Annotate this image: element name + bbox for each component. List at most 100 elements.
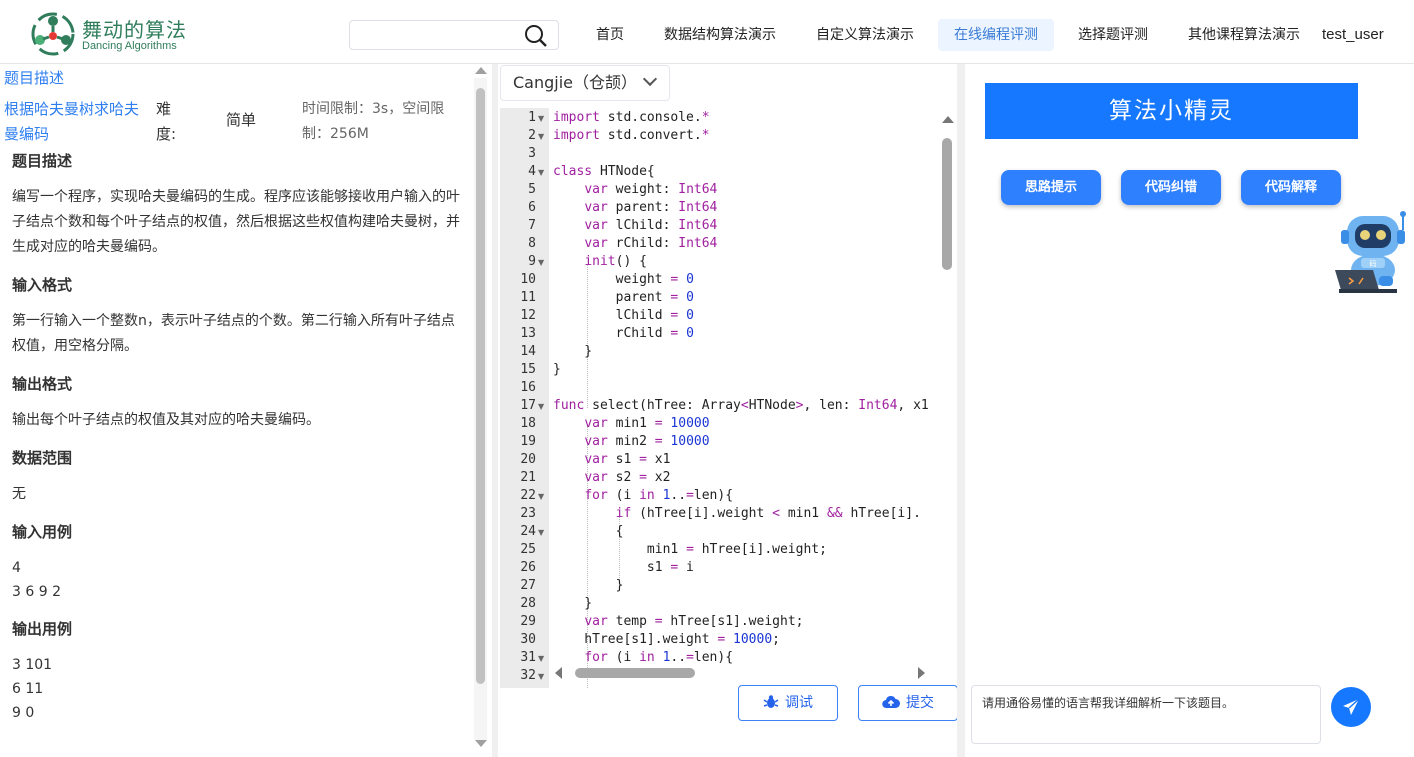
scroll-up-arrow-icon[interactable] [942, 116, 954, 123]
fold-arrow-icon[interactable]: ▼ [538, 654, 544, 663]
code-line: var s2 = x2 [584, 470, 671, 485]
editor-horizontal-scrollbar[interactable] [550, 664, 936, 682]
line-number: 3 [528, 146, 536, 161]
hint-button[interactable]: 思路提示 [1001, 170, 1101, 205]
assistant-title: 算法小精灵 [985, 83, 1358, 139]
line-gutter: 1 2 3 4 5 6 7 8 9 10 11 12 13 14 15 16 1… [500, 108, 549, 688]
fold-arrow-icon[interactable]: ▼ [538, 168, 544, 177]
explain-code-button[interactable]: 代码解释 [1241, 170, 1341, 205]
section-heading: 题目描述 [12, 152, 73, 170]
fold-arrow-icon[interactable]: ▼ [538, 492, 544, 501]
debug-label: 调试 [785, 695, 813, 711]
code-line: hTree[s1].weight = 10000; [553, 632, 780, 647]
panel-divider[interactable] [957, 64, 965, 757]
code-line: var min1 = 10000 [584, 416, 710, 431]
cloud-upload-icon [882, 695, 900, 709]
code-line: class HTNode{ [553, 164, 655, 179]
line-number: 21 [520, 470, 536, 485]
debug-code-button[interactable]: 代码纠错 [1121, 170, 1221, 205]
code-area[interactable]: import std.console.* import std.convert.… [553, 108, 938, 688]
fold-arrow-icon[interactable]: ▼ [538, 258, 544, 267]
scroll-thumb[interactable] [476, 88, 485, 684]
code-line: var lChild: Int64 [584, 218, 718, 233]
code-line: import std.convert.* [553, 128, 710, 143]
section-heading: 输出用例 [12, 620, 73, 638]
search-box [349, 20, 559, 50]
nav-custom-demo[interactable]: 自定义算法演示 [810, 22, 920, 48]
robot-mascot-icon[interactable]: 码 [1333, 210, 1409, 296]
scroll-thumb[interactable] [942, 138, 952, 270]
debug-button[interactable]: 调试 [738, 685, 838, 721]
code-line: if (hTree[i].weight < min1 && hTree[i]. [615, 506, 921, 521]
line-number: 22 [520, 488, 536, 503]
section-heading: 输入格式 [12, 276, 73, 294]
language-select[interactable]: Cangjie（仓颉） [500, 65, 670, 101]
problem-panel: 题目描述 根据哈夫曼树求哈夫曼编码 难度: 简单 时间限制：3s，空间限制：25… [0, 64, 490, 757]
fold-arrow-icon[interactable]: ▼ [538, 114, 544, 123]
editor-panel: Cangjie（仓颉） 1 2 3 4 5 6 7 8 9 10 11 12 1… [498, 64, 964, 757]
section-heading: 输入用例 [12, 523, 73, 541]
logo-icon[interactable] [30, 12, 76, 56]
user-name[interactable]: test_user [1322, 26, 1384, 43]
line-number: 7 [528, 218, 536, 233]
line-number: 19 [520, 434, 536, 449]
code-line: } [553, 362, 561, 377]
code-line: { [553, 524, 624, 539]
code-line: s1 = i [553, 560, 694, 575]
line-number: 2 [528, 128, 536, 143]
section-heading: 数据范围 [12, 449, 73, 467]
line-number: 31 [520, 650, 536, 665]
logo-title: 舞动的算法 [82, 18, 187, 42]
line-number: 17 [520, 398, 536, 413]
line-number: 5 [528, 182, 536, 197]
line-number: 26 [520, 560, 536, 575]
fold-arrow-icon[interactable]: ▼ [538, 528, 544, 537]
nav-other-courses[interactable]: 其他课程算法演示 [1182, 22, 1306, 48]
assistant-panel: 算法小精灵 思路提示 代码纠错 代码解释 码 请用通俗易懂的语言帮我详细解析一下… [965, 64, 1414, 757]
problem-scrollbar[interactable] [471, 64, 490, 757]
nav-home[interactable]: 首页 [588, 22, 632, 48]
chat-input[interactable]: 请用通俗易懂的语言帮我详细解析一下该题目。 [971, 685, 1321, 744]
code-line: var temp = hTree[s1].weight; [584, 614, 804, 629]
fold-arrow-icon[interactable]: ▼ [538, 672, 544, 681]
nav-quiz[interactable]: 选择题评测 [1072, 22, 1154, 48]
scroll-right-arrow-icon[interactable] [918, 667, 925, 679]
scroll-up-arrow-icon[interactable] [475, 67, 487, 74]
fold-arrow-icon[interactable]: ▼ [538, 132, 544, 141]
code-line: import std.console.* [553, 110, 710, 125]
fold-arrow-icon[interactable]: ▼ [538, 402, 544, 411]
language-value: Cangjie（仓颉） [513, 73, 638, 92]
output-format-text: 输出每个叶子结点的权值及其对应的哈夫曼编码。 [12, 412, 320, 428]
code-editor[interactable]: 1 2 3 4 5 6 7 8 9 10 11 12 13 14 15 16 1… [500, 108, 958, 688]
editor-vertical-scrollbar[interactable] [938, 108, 958, 688]
code-line: for (i in 1..=len){ [584, 650, 734, 665]
search-input[interactable] [358, 21, 518, 49]
code-line: } [553, 596, 593, 611]
scroll-down-arrow-icon[interactable] [475, 740, 487, 747]
data-range-text: 无 [12, 486, 26, 502]
nav-online-judge[interactable]: 在线编程评测 [938, 19, 1054, 51]
line-number: 18 [520, 416, 536, 431]
line-number: 6 [528, 200, 536, 215]
scroll-left-arrow-icon[interactable] [555, 667, 562, 679]
line-number: 29 [520, 614, 536, 629]
nav-ds-demo[interactable]: 数据结构算法演示 [660, 22, 780, 48]
submit-button[interactable]: 提交 [858, 685, 958, 721]
difficulty-value: 简单 [226, 111, 257, 129]
code-line: for (i in 1..=len){ [584, 488, 734, 503]
code-line: parent = 0 [553, 290, 694, 305]
code-line: var min2 = 10000 [584, 434, 710, 449]
problem-tab[interactable]: 题目描述 [4, 67, 64, 88]
search-icon[interactable] [524, 24, 548, 48]
code-line: var s1 = x1 [584, 452, 671, 467]
line-number: 24 [520, 524, 536, 539]
chevron-down-icon [642, 71, 658, 87]
section-heading: 输出格式 [12, 375, 73, 393]
line-number: 8 [528, 236, 536, 251]
bug-icon [763, 695, 779, 708]
code-line: func select(hTree: Array<HTNode>, len: I… [553, 398, 929, 413]
code-line: weight = 0 [553, 272, 694, 287]
send-button[interactable] [1331, 687, 1371, 727]
line-number: 27 [520, 578, 536, 593]
scroll-thumb[interactable] [575, 668, 695, 678]
